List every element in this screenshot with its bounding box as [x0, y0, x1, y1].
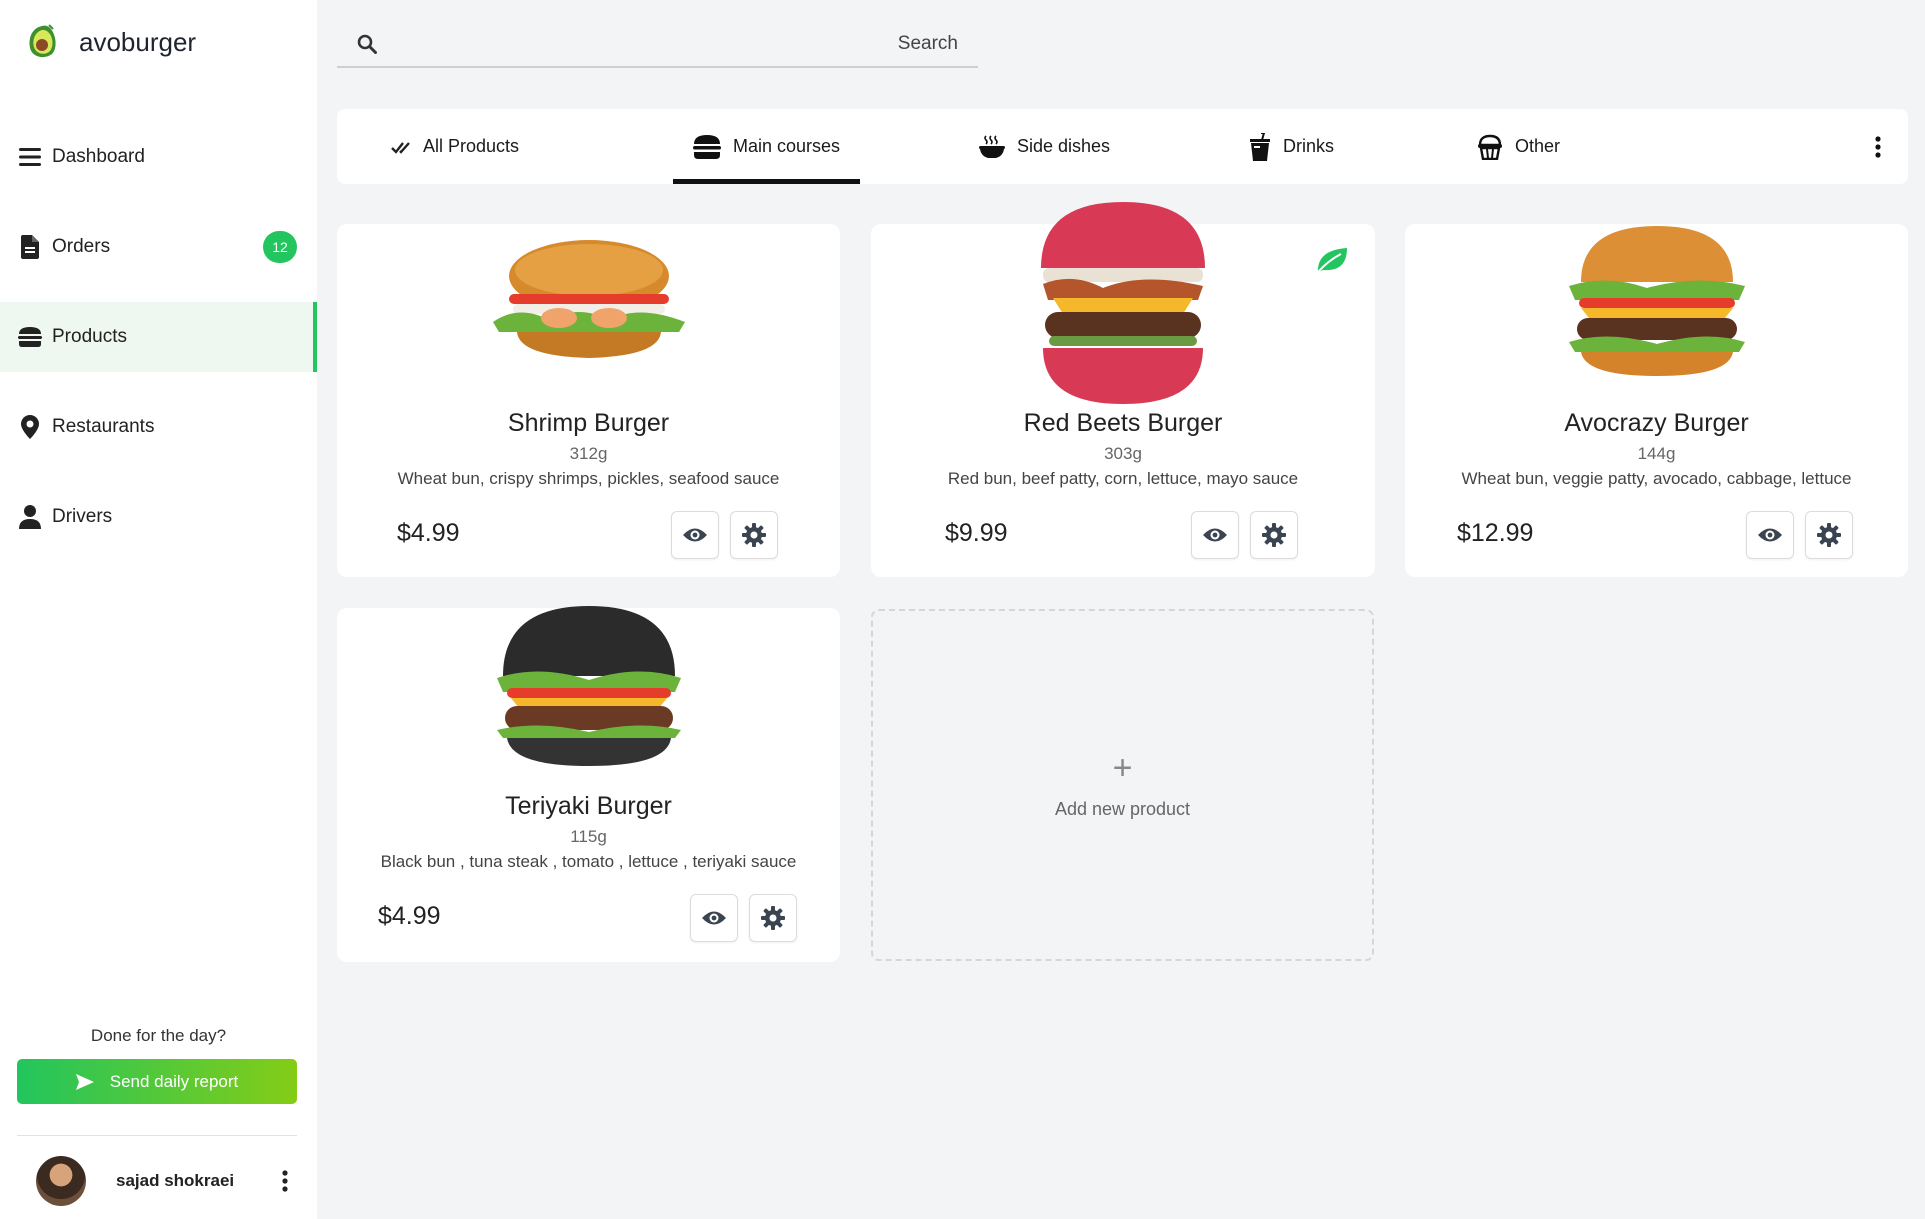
tab-label: Drinks	[1283, 136, 1335, 156]
settings-button[interactable]	[730, 511, 778, 559]
user-name: sajad shokraei	[116, 1171, 235, 1190]
product-description: Wheat bun, veggie patty, avocado, cabbag…	[1461, 469, 1852, 488]
map-pin-icon	[18, 415, 42, 439]
sidebar-item-restaurants[interactable]: Restaurants	[0, 392, 317, 462]
search-bar	[337, 22, 978, 68]
product-price: $4.99	[378, 902, 441, 930]
view-button[interactable]	[1191, 511, 1239, 559]
brand[interactable]: avoburger	[22, 20, 196, 64]
tab-label: All Products	[423, 136, 520, 156]
gear-icon	[761, 906, 785, 930]
tab-main-courses[interactable]: Main courses	[672, 109, 861, 184]
sidebar-item-dashboard[interactable]: Dashboard	[0, 122, 317, 192]
user-menu-icon[interactable]	[273, 1166, 297, 1196]
plus-icon: +	[1112, 748, 1133, 787]
add-new-product-label: Add new product	[1054, 798, 1191, 819]
sidebar-item-label: Dashboard	[52, 146, 145, 167]
done-for-day-text: Done for the day?	[90, 1026, 227, 1045]
search-input[interactable]	[377, 33, 978, 55]
product-card: Red Beets Burger 303g Red bun, beef patt…	[871, 202, 1375, 577]
eye-icon	[1758, 528, 1782, 542]
settings-button[interactable]	[1250, 511, 1298, 559]
product-card: Teriyaki Burger 115g Black bun , tuna st…	[337, 606, 840, 962]
avatar[interactable]	[36, 1156, 86, 1206]
tab-side-dishes[interactable]: Side dishes	[979, 109, 1110, 184]
document-icon	[18, 235, 42, 259]
avocrazy-burger-image	[1557, 220, 1757, 380]
orders-count-badge: 12	[263, 231, 297, 263]
tab-drinks[interactable]: Drinks	[1249, 109, 1334, 184]
sidebar: avoburger Dashboard Orders 12 Products R…	[0, 0, 317, 1219]
product-price: $4.99	[397, 519, 460, 547]
double-check-icon	[391, 140, 411, 154]
tab-label: Side dishes	[1017, 136, 1111, 156]
gear-icon	[1262, 523, 1286, 547]
product-price: $12.99	[1457, 519, 1534, 547]
product-description: Red bun, beef patty, corn, lettuce, mayo…	[947, 469, 1299, 488]
product-card: Shrimp Burger 312g Wheat bun, crispy shr…	[337, 224, 840, 577]
product-weight: 115g	[570, 827, 607, 846]
settings-button[interactable]	[749, 894, 797, 942]
gear-icon	[1817, 523, 1841, 547]
cup-icon	[1249, 132, 1271, 161]
category-tabs: All Products Main courses Side dishes Dr…	[337, 109, 1908, 184]
user-profile: sajad shokraei	[36, 1155, 297, 1207]
settings-button[interactable]	[1805, 511, 1853, 559]
burger-icon	[693, 134, 721, 159]
avocado-logo-icon	[29, 24, 56, 58]
product-weight: 303g	[1104, 444, 1142, 463]
sidebar-item-label: Orders	[52, 236, 111, 257]
sidebar-nav: Dashboard Orders 12 Products Restaurants	[0, 122, 317, 572]
shrimp-burger-image	[479, 234, 699, 364]
sidebar-item-drivers[interactable]: Drivers	[0, 482, 317, 552]
tab-label: Other	[1515, 136, 1561, 156]
eye-icon	[1203, 528, 1227, 542]
vegan-leaf-icon	[1317, 248, 1347, 273]
search-icon[interactable]	[357, 34, 377, 54]
product-weight: 312g	[569, 444, 608, 463]
bowl-icon	[979, 134, 1005, 159]
send-daily-report-label: Send daily report	[109, 1071, 239, 1091]
sidebar-divider	[17, 1135, 297, 1136]
sidebar-item-label: Drivers	[52, 506, 113, 527]
teriyaki-burger-image	[489, 598, 689, 768]
sidebar-item-label: Restaurants	[52, 416, 155, 437]
send-icon	[75, 1073, 94, 1090]
product-name: Teriyaki Burger	[505, 792, 672, 820]
eye-icon	[702, 911, 726, 925]
tab-label: Main courses	[733, 136, 841, 156]
cupcake-icon	[1477, 134, 1503, 160]
burger-icon	[18, 325, 42, 349]
more-options-icon[interactable]	[1868, 131, 1888, 163]
sidebar-item-products[interactable]: Products	[0, 302, 317, 372]
product-card: Avocrazy Burger 144g Wheat bun, veggie p…	[1405, 224, 1908, 577]
product-weight: 144g	[1637, 444, 1676, 463]
product-price: $9.99	[945, 519, 1008, 547]
product-name: Avocrazy Burger	[1564, 409, 1749, 437]
product-description: Black bun , tuna steak , tomato , lettuc…	[380, 852, 797, 871]
view-button[interactable]	[1746, 511, 1794, 559]
user-icon	[18, 505, 42, 529]
bars-icon	[18, 145, 42, 169]
add-new-product-card[interactable]: + Add new product	[871, 609, 1374, 961]
eye-icon	[683, 528, 707, 542]
view-button[interactable]	[671, 511, 719, 559]
red-beets-burger-image	[1033, 198, 1213, 408]
sidebar-item-label: Products	[52, 326, 127, 347]
view-button[interactable]	[690, 894, 738, 942]
tab-all-products[interactable]: All Products	[391, 109, 519, 184]
brand-name: avoburger	[79, 26, 197, 57]
gear-icon	[742, 523, 766, 547]
tab-other[interactable]: Other	[1477, 109, 1560, 184]
sidebar-item-orders[interactable]: Orders 12	[0, 212, 317, 282]
product-description: Wheat bun, crispy shrimps, pickles, seaf…	[397, 469, 780, 488]
send-daily-report-button[interactable]: Send daily report	[17, 1059, 297, 1104]
product-name: Red Beets Burger	[1023, 409, 1223, 437]
product-name: Shrimp Burger	[507, 409, 670, 437]
